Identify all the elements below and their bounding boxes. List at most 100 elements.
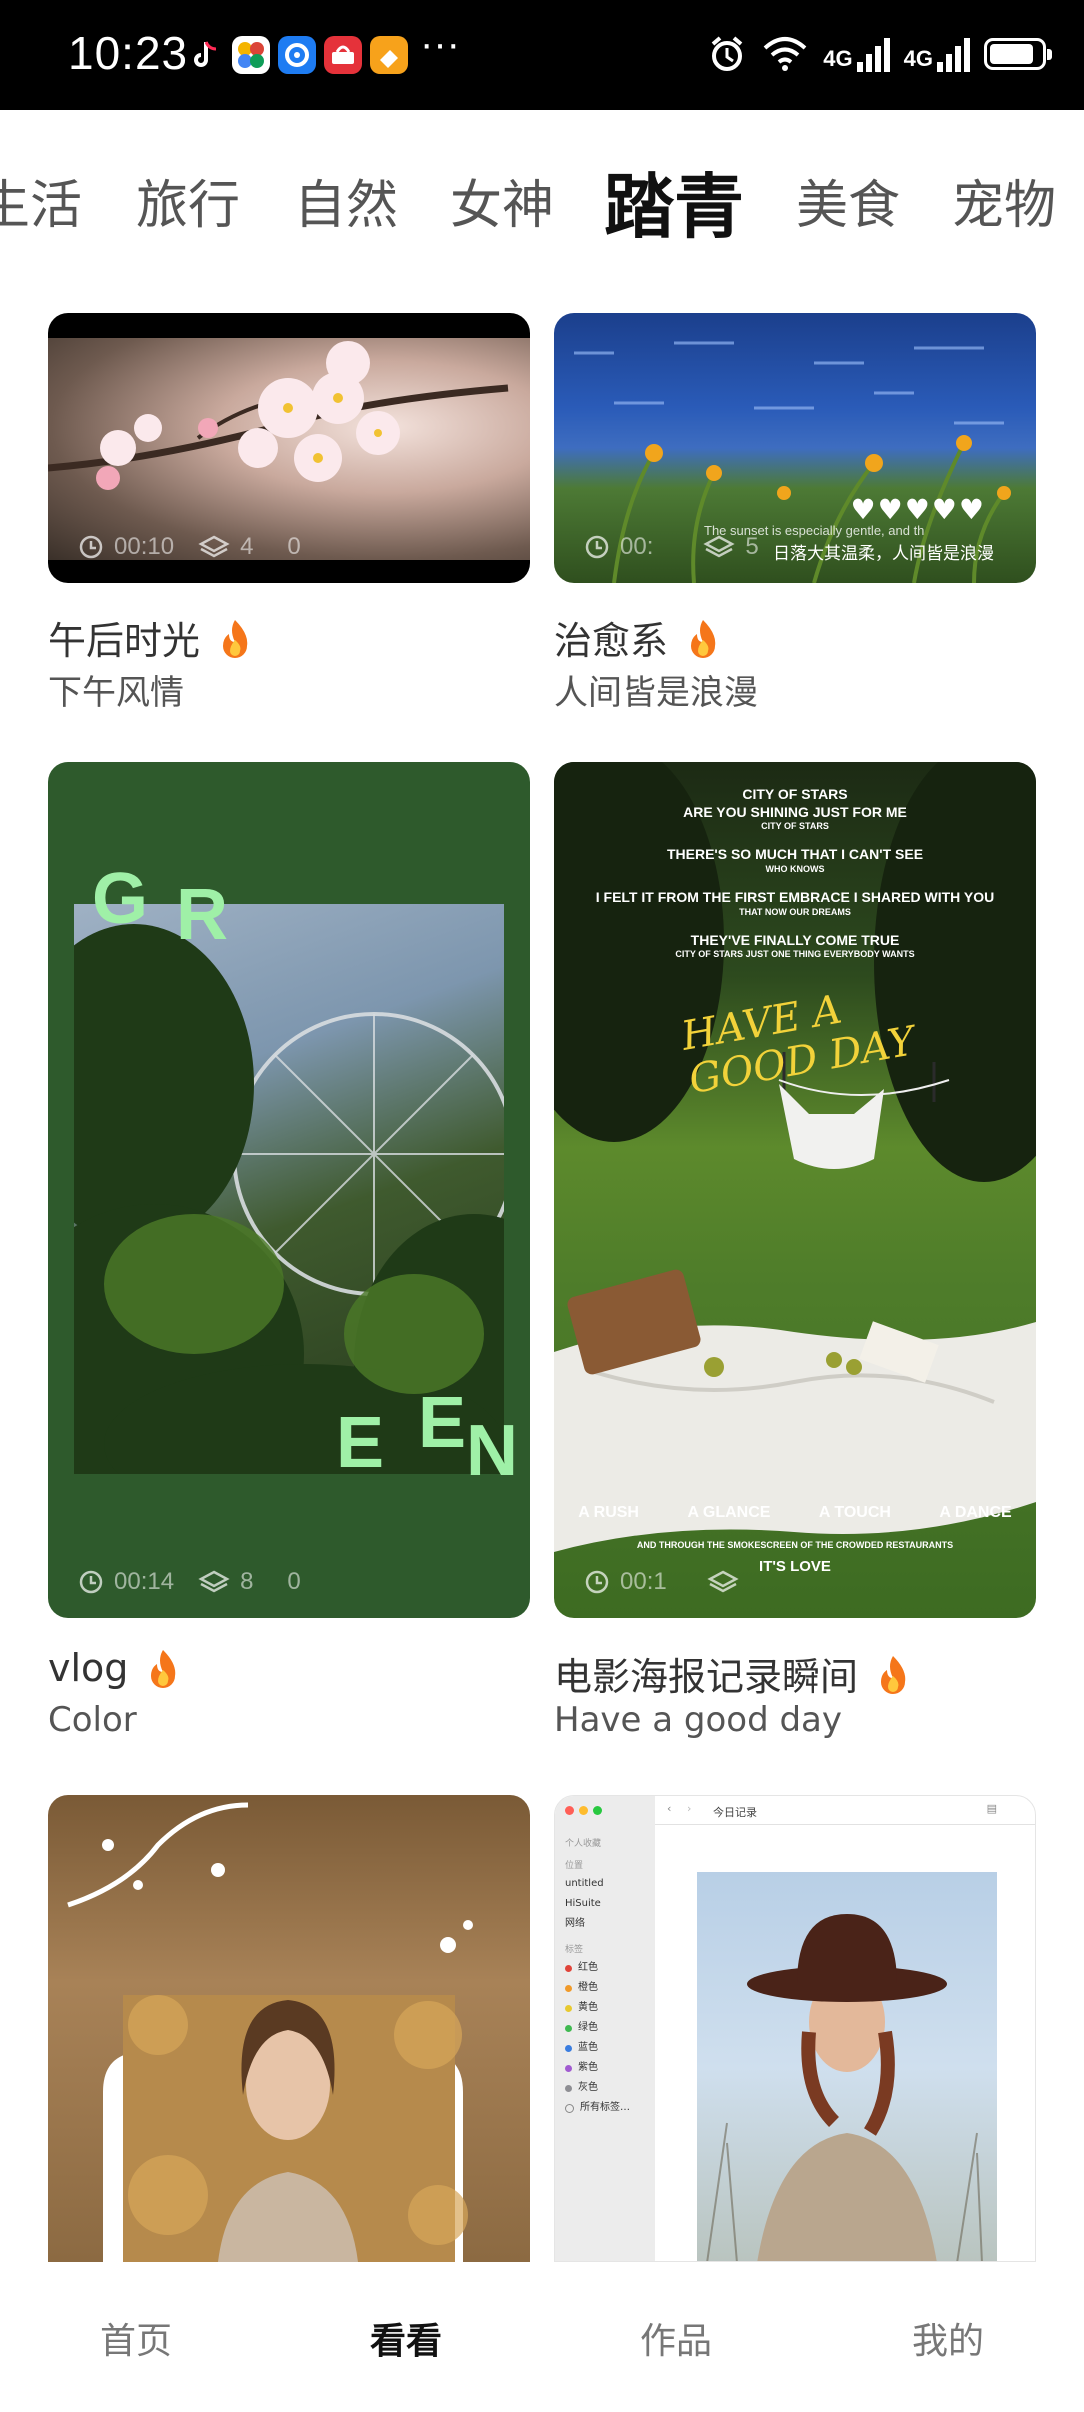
tag-item[interactable]: 所有标签… <box>565 2098 630 2118</box>
sidebar-item[interactable]: 网络 <box>565 1914 604 1934</box>
poster-line: CITY OF STARS <box>761 821 829 831</box>
title-letter: E <box>418 1383 467 1463</box>
tag-label: 绿色 <box>578 2022 598 2033</box>
poster-word: A TOUCH <box>818 1504 891 1521</box>
signal-icon <box>856 36 890 72</box>
finder-toolbar: ‹ › 今日记录 ▤ <box>655 1796 1035 1825</box>
nav-watch[interactable]: 看看 <box>370 2312 442 2364</box>
nav-home[interactable]: 首页 <box>100 2312 172 2364</box>
template-card[interactable] <box>48 1795 530 2262</box>
template-subtitle: 人间皆是浪漫 <box>554 673 758 713</box>
bottom-nav: 首页 看看 作品 我的 <box>0 2262 1084 2412</box>
template-thumbnail[interactable] <box>48 1795 530 2262</box>
view-options-icon[interactable]: ▤ <box>987 1802 997 1815</box>
template-card[interactable]: G R E E N 00:14 8 0 vlog Color <box>48 762 530 1752</box>
tag-item[interactable]: 红色 <box>565 1958 630 1978</box>
wifi-icon <box>763 37 807 71</box>
hearts-decoration: ♥♥♥♥♥ <box>850 493 986 526</box>
sidebar-item[interactable]: untitled <box>565 1874 604 1894</box>
nav-profile[interactable]: 我的 <box>912 2312 984 2364</box>
minimize-window-icon[interactable] <box>579 1806 588 1815</box>
template-title: 治愈系 <box>554 619 669 663</box>
poster-line: WHO KNOWS <box>765 863 825 874</box>
battery-icon <box>984 38 1052 70</box>
poster-lyrics: CITY OF STARS ARE YOU SHINING JUST FOR M… <box>554 786 1036 961</box>
tag-color-dot <box>565 2084 572 2092</box>
template-title: 午后时光 <box>48 619 201 663</box>
close-window-icon[interactable] <box>565 1806 574 1815</box>
tag-item[interactable]: 灰色 <box>565 2078 630 2098</box>
tag-color-dot <box>565 2044 572 2052</box>
poster-word: A DANCE <box>939 1504 1012 1521</box>
tag-label: 蓝色 <box>578 2042 598 2053</box>
status-icons: 4G 4G <box>707 28 1052 80</box>
back-icon[interactable]: ‹ <box>667 1802 671 1815</box>
tag-item[interactable]: 黄色 <box>565 1998 630 2018</box>
forward-icon[interactable]: › <box>687 1802 691 1815</box>
tag-item[interactable]: 绿色 <box>565 2018 630 2038</box>
template-thumbnail[interactable]: 个人收藏 位置 untitled HiSuite 网络 标签 红色 橙色 黄色 绿色蓝… <box>554 1795 1036 2262</box>
signal-icon <box>937 36 970 72</box>
fire-icon <box>151 1650 176 1688</box>
poster-line: ARE YOU SHINING JUST FOR ME <box>683 803 907 820</box>
tab-spring-outing[interactable]: 踏青 <box>604 151 744 245</box>
autumn-portrait-image <box>67 1802 473 2262</box>
template-thumbnail[interactable]: CITY OF STARS ARE YOU SHINING JUST FOR M… <box>554 762 1036 1618</box>
poster-line: CITY OF STARS <box>742 786 848 802</box>
tab-life[interactable]: 生活 <box>0 163 82 238</box>
tab-goddess[interactable]: 女神 <box>450 163 554 238</box>
cherry-blossom-image <box>48 341 509 490</box>
template-thumbnail[interactable]: 00:10 4 0 <box>48 313 530 583</box>
tag-label: 红色 <box>578 1962 598 1973</box>
template-duration: 00:10 <box>114 533 175 560</box>
tab-food[interactable]: 美食 <box>796 163 900 238</box>
template-subtitle: Color <box>48 1700 137 1740</box>
tag-item[interactable]: 紫色 <box>565 2058 630 2078</box>
tab-travel[interactable]: 旅行 <box>136 163 240 238</box>
template-subtitle: Have a good day <box>554 1700 843 1740</box>
tab-pets[interactable]: 宠物 <box>952 163 1056 238</box>
network-type-label: 4G <box>823 46 853 71</box>
template-card[interactable]: 个人收藏 位置 untitled HiSuite 网络 标签 红色 橙色 黄色 绿色蓝… <box>554 1795 1036 2262</box>
tag-item[interactable]: 橙色 <box>565 1978 630 1998</box>
template-card[interactable]: ♥♥♥♥♥ The sunset is especially gentle, a… <box>554 313 1036 713</box>
poster-word: A RUSH <box>578 1504 639 1521</box>
zoom-window-icon[interactable] <box>593 1806 602 1815</box>
template-title-row: 午后时光 <box>48 610 252 665</box>
template-meta: 00:14 8 0 <box>78 1568 301 1596</box>
template-thumbnail[interactable]: G R E E N 00:14 8 0 <box>48 762 530 1618</box>
tag-color-dot <box>565 2103 574 2113</box>
poster-line: CITY OF STARS JUST ONE THING EVERYBODY W… <box>675 949 915 960</box>
layers-icon <box>198 535 230 558</box>
template-card[interactable]: 00:10 4 0 午后时光 下午风情 <box>48 313 530 713</box>
tag-color-dot <box>565 2064 572 2072</box>
nav-works[interactable]: 作品 <box>640 2312 712 2364</box>
sidebar-item[interactable]: HiSuite <box>565 1894 604 1914</box>
tag-label: 灰色 <box>578 2082 598 2093</box>
template-title-row: vlog <box>48 1646 180 1690</box>
alarm-icon <box>711 36 743 71</box>
tag-label: 所有标签… <box>580 2102 630 2113</box>
tab-nature[interactable]: 自然 <box>294 163 398 238</box>
template-thumbnail[interactable]: ♥♥♥♥♥ The sunset is especially gentle, a… <box>554 313 1036 583</box>
title-letter: G <box>92 859 149 939</box>
window-controls <box>565 1806 602 1815</box>
status-bar: 10:23 ··· 4G 4G <box>0 0 1084 110</box>
fire-icon <box>223 619 248 658</box>
template-layer-count: 5 <box>745 533 759 560</box>
finder-sidebar: 个人收藏 位置 untitled HiSuite 网络 标签 红色 橙色 黄色 绿色蓝… <box>555 1796 655 2261</box>
poster-line: THAT NOW OUR DREAMS <box>739 906 851 917</box>
photos-icon <box>232 36 270 74</box>
template-card[interactable]: CITY OF STARS ARE YOU SHINING JUST FOR M… <box>554 762 1036 1752</box>
template-title-row: 电影海报记录瞬间 <box>554 1646 910 1701</box>
template-layer-count: 8 <box>240 1568 254 1595</box>
more-notifications-icon: ··· <box>420 22 460 66</box>
tag-label: 黄色 <box>578 2002 598 2013</box>
poster-words: A RUSH A GLANCE A TOUCH A DANCE <box>554 1504 1036 1522</box>
tag-color-dot <box>565 1984 572 1992</box>
tag-color-dot <box>565 1964 572 1972</box>
tag-item[interactable]: 蓝色 <box>565 2038 630 2058</box>
template-use-count: 0 <box>287 533 301 560</box>
tag-color-dot <box>565 2004 572 2012</box>
poster-word: A GLANCE <box>687 1504 771 1521</box>
